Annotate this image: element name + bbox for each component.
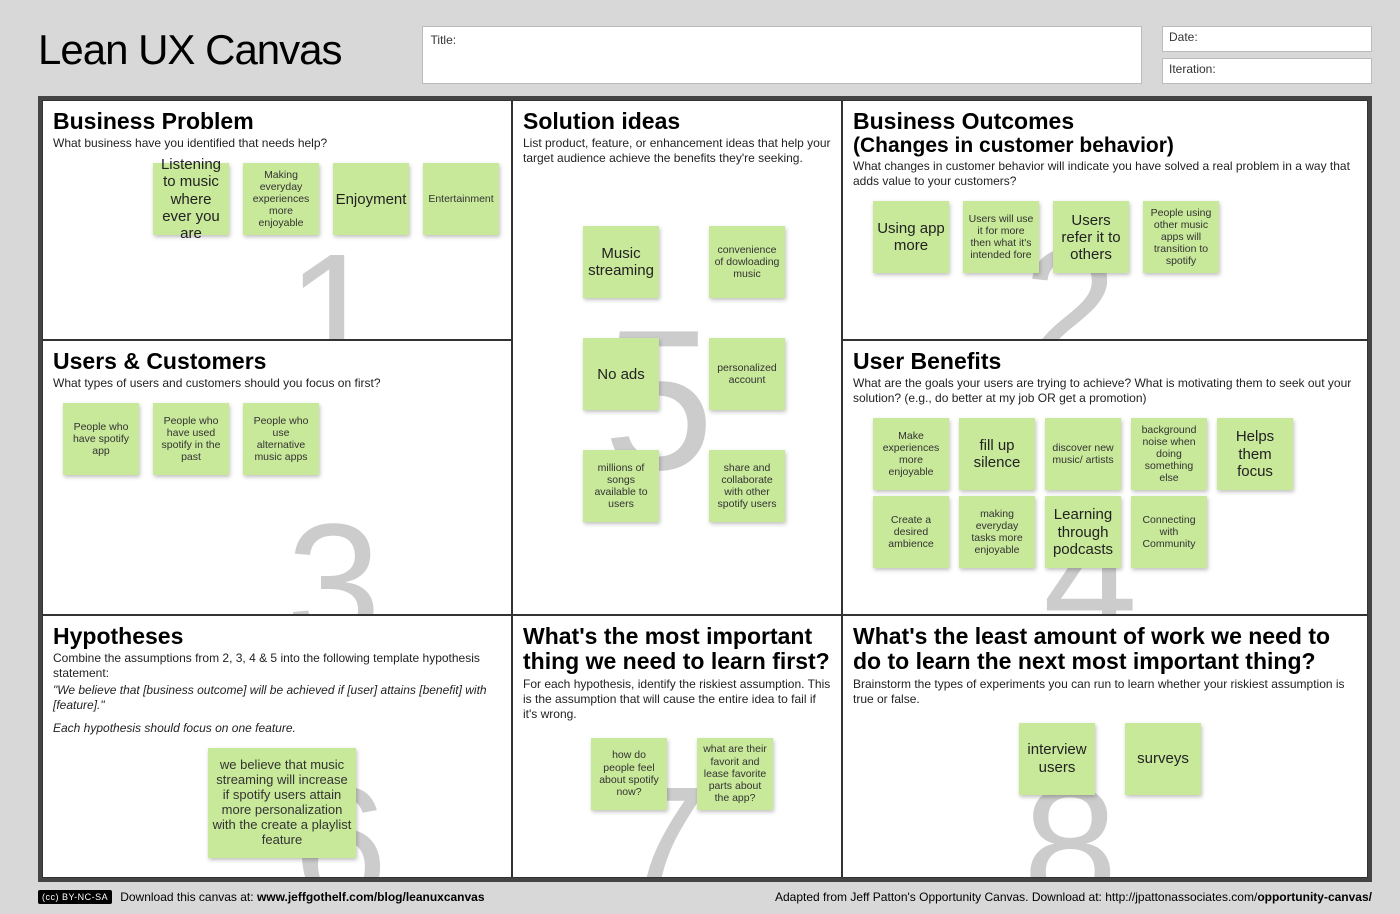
iteration-field[interactable]: Iteration: (1162, 58, 1372, 84)
cell-desc: What changes in customer behavior will i… (853, 159, 1357, 189)
sticky-note[interactable]: Learning through podcasts (1045, 496, 1121, 568)
sticky-note[interactable]: share and collaborate with other spotify… (709, 450, 785, 522)
sticky-note[interactable]: Users will use it for more then what it'… (963, 201, 1039, 273)
meta-fields: Date: Iteration: (1162, 26, 1372, 84)
footer-left: Download this canvas at: www.jeffgothelf… (120, 890, 484, 904)
notes-area: Music streaming convenience of dowloading… (523, 226, 831, 522)
sticky-note[interactable]: People who have spotify app (63, 403, 139, 475)
cell-desc: For each hypothesis, identify the riskie… (523, 677, 831, 722)
cell-title: What's the least amount of work we need … (853, 624, 1357, 675)
cell-desc: What are the goals your users are trying… (853, 376, 1357, 406)
cell-solution-ideas: Solution ideas List product, feature, or… (512, 100, 842, 615)
canvas-container: Lean UX Canvas Title: Date: Iteration: B… (8, 8, 1392, 906)
cell-title: Business Outcomes (853, 109, 1357, 134)
sticky-note[interactable]: convenience of dowloading music (709, 226, 785, 298)
notes-area-row1: Make experiences more enjoyablefill up s… (853, 418, 1357, 490)
sticky-note[interactable]: Connecting with Community (1131, 496, 1207, 568)
sticky-note[interactable]: surveys (1125, 723, 1201, 795)
title-field[interactable]: Title: (422, 26, 1142, 84)
cell-desc: List product, feature, or enhancement id… (523, 136, 831, 166)
notes-area: Listening to music where ever you areMak… (53, 163, 501, 235)
cell-number: 3 (286, 499, 381, 615)
main-title: Lean UX Canvas (38, 26, 342, 74)
sticky-note[interactable]: Music streaming (583, 226, 659, 298)
sticky-note[interactable]: discover new music/ artists (1045, 418, 1121, 490)
sticky-note[interactable]: People who use alternative music apps (243, 403, 319, 475)
footer-right: Adapted from Jeff Patton's Opportunity C… (775, 890, 1372, 904)
date-field[interactable]: Date: (1162, 26, 1372, 52)
title-label: Title: (431, 33, 457, 47)
sticky-note[interactable]: Users refer it to others (1053, 201, 1129, 273)
sticky-note[interactable]: Making everyday experiences more enjoyab… (243, 163, 319, 235)
sticky-note[interactable]: Entertainment (423, 163, 499, 235)
cell-desc-3: Each hypothesis should focus on one feat… (53, 721, 501, 736)
cell-title: What's the most important thing we need … (523, 624, 831, 675)
sticky-note[interactable]: Using app more (873, 201, 949, 273)
notes-area: interview users surveys (853, 723, 1357, 795)
note-pair: millions of songs available to users shar… (583, 450, 785, 522)
sticky-note[interactable]: People using other music apps will trans… (1143, 201, 1219, 273)
cell-title: Users & Customers (53, 349, 501, 374)
cell-title: Hypotheses (53, 624, 501, 649)
sticky-note[interactable]: Enjoyment (333, 163, 409, 235)
cell-title: Solution ideas (523, 109, 831, 134)
sticky-note[interactable]: People who have used spotify in the past (153, 403, 229, 475)
sticky-note[interactable]: Make experiences more enjoyable (873, 418, 949, 490)
note-pair: Music streaming convenience of dowloading… (583, 226, 785, 298)
notes-area: we believe that music streaming will inc… (53, 748, 501, 858)
cell-least-work: What's the least amount of work we need … (842, 615, 1368, 878)
sticky-note[interactable]: interview users (1019, 723, 1095, 795)
sticky-note[interactable]: personalized account (709, 338, 785, 410)
cell-business-problem: Business Problem What business have you … (42, 100, 512, 340)
cell-subtitle: (Changes in customer behavior) (853, 134, 1357, 157)
notes-area-row2: Create a desired ambiencemaking everyday… (853, 496, 1357, 568)
cell-title: User Benefits (853, 349, 1357, 374)
sticky-note[interactable]: fill up silence (959, 418, 1035, 490)
sticky-note[interactable]: Create a desired ambience (873, 496, 949, 568)
cell-desc: Brainstorm the types of experiments you … (853, 677, 1357, 707)
cell-number: 1 (286, 229, 381, 340)
sticky-note[interactable]: background noise when doing something el… (1131, 418, 1207, 490)
cell-hypotheses: Hypotheses Combine the assumptions from … (42, 615, 512, 878)
sticky-note[interactable]: No ads (583, 338, 659, 410)
cell-learn-first: What's the most important thing we need … (512, 615, 842, 878)
sticky-note[interactable]: we believe that music streaming will inc… (208, 748, 356, 858)
header: Lean UX Canvas Title: Date: Iteration: (8, 8, 1392, 96)
sticky-note[interactable]: making everyday tasks more enjoyable (959, 496, 1035, 568)
lean-ux-canvas-grid: Business Problem What business have you … (38, 96, 1372, 882)
notes-area: how do people feel about spotify now? wha… (523, 738, 831, 810)
cell-users-customers: Users & Customers What types of users an… (42, 340, 512, 615)
cell-user-benefits: User Benefits What are the goals your us… (842, 340, 1368, 615)
cell-title: Business Problem (53, 109, 501, 134)
cell-business-outcomes: Business Outcomes (Changes in customer b… (842, 100, 1368, 340)
cell-desc-2: "We believe that [business outcome] will… (53, 683, 501, 713)
cc-badge: (cc) BY-NC-SA (38, 890, 112, 904)
sticky-note[interactable]: how do people feel about spotify now? (591, 738, 667, 810)
notes-area: Using app moreUsers will use it for more… (853, 201, 1357, 273)
notes-area: People who have spotify appPeople who ha… (53, 403, 501, 475)
sticky-note[interactable]: millions of songs available to users (583, 450, 659, 522)
cell-desc: What types of users and customers should… (53, 376, 501, 391)
footer: (cc) BY-NC-SA Download this canvas at: w… (8, 888, 1392, 906)
note-pair: No ads personalized account (583, 338, 785, 410)
cell-desc-1: Combine the assumptions from 2, 3, 4 & 5… (53, 651, 501, 681)
sticky-note[interactable]: Listening to music where ever you are (153, 163, 229, 235)
sticky-note[interactable]: what are their favorit and lease favorit… (697, 738, 773, 810)
sticky-note[interactable]: Helps them focus (1217, 418, 1293, 490)
page: Lean UX Canvas Title: Date: Iteration: B… (0, 0, 1400, 914)
cell-desc: What business have you identified that n… (53, 136, 501, 151)
